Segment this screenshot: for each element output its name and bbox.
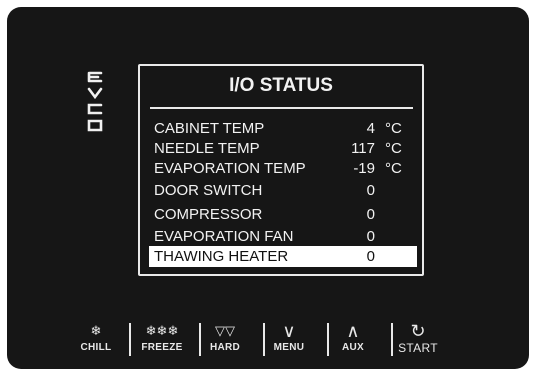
io-value: -19 xyxy=(353,160,375,177)
io-label: THAWING HEATER xyxy=(154,248,289,265)
io-label: EVAPORATION FAN xyxy=(154,228,294,245)
hard-label: HARD xyxy=(209,342,241,353)
io-row-cabinet-temp[interactable]: CABINET TEMP 4 °C xyxy=(149,118,417,139)
aux-label: AUX xyxy=(341,342,364,353)
restart-icon: ↻ xyxy=(410,321,426,341)
chevron-up-icon: ∧ xyxy=(346,321,360,341)
io-label: CABINET TEMP xyxy=(154,120,265,137)
chill-label: CHILL xyxy=(80,342,112,353)
aux-button[interactable]: ∧ AUX xyxy=(333,321,373,363)
start-label: START xyxy=(398,341,438,355)
title-divider xyxy=(150,107,413,109)
snowflake-icon: ❄ xyxy=(90,323,102,338)
chevron-down-icon: ∨ xyxy=(282,321,296,341)
freeze-button[interactable]: ❄❄❄ FREEZE xyxy=(136,323,188,363)
io-row-evaporation-fan[interactable]: EVAPORATION FAN 0 xyxy=(149,226,417,247)
io-value: 0 xyxy=(366,248,375,265)
io-value: 0 xyxy=(366,206,375,223)
key-divider xyxy=(327,323,329,356)
menu-button[interactable]: ∨ MENU xyxy=(269,321,309,363)
io-row-thawing-heater[interactable]: THAWING HEATER 0 xyxy=(149,246,417,267)
io-unit: °C xyxy=(385,120,402,137)
io-row-door-switch[interactable]: DOOR SWITCH 0 xyxy=(149,180,417,201)
key-divider xyxy=(263,323,265,356)
io-label: EVAPORATION TEMP xyxy=(154,160,306,177)
io-label: DOOR SWITCH xyxy=(154,182,263,199)
io-row-compressor[interactable]: COMPRESSOR 0 xyxy=(149,204,417,225)
start-button[interactable]: ↻ START xyxy=(393,321,443,363)
menu-label: MENU xyxy=(273,342,305,353)
triple-snowflake-icon: ❄❄❄ xyxy=(145,323,179,338)
io-value: 0 xyxy=(366,228,375,245)
io-status-display: I/O STATUS CABINET TEMP 4 °C NEEDLE TEMP… xyxy=(138,64,424,276)
io-value: 117 xyxy=(351,140,375,157)
io-value: 4 xyxy=(366,120,375,137)
chill-button[interactable]: ❄ CHILL xyxy=(75,323,117,363)
freeze-label: FREEZE xyxy=(141,342,183,353)
hard-button[interactable]: ▽▽ HARD xyxy=(205,323,245,363)
io-value: 0 xyxy=(366,182,375,199)
io-row-evaporation-temp[interactable]: EVAPORATION TEMP -19 °C xyxy=(149,158,417,179)
controller-panel: I/O STATUS CABINET TEMP 4 °C NEEDLE TEMP… xyxy=(7,7,529,369)
io-label: NEEDLE TEMP xyxy=(154,140,260,157)
key-divider xyxy=(129,323,131,356)
key-divider xyxy=(199,323,201,356)
evco-logo-icon xyxy=(87,71,103,132)
io-row-needle-temp[interactable]: NEEDLE TEMP 117 °C xyxy=(149,138,417,159)
io-unit: °C xyxy=(385,140,402,157)
screen-title: I/O STATUS xyxy=(229,75,333,96)
io-label: COMPRESSOR xyxy=(154,206,263,223)
double-triangle-down-icon: ▽▽ xyxy=(215,323,235,338)
io-unit: °C xyxy=(385,160,402,177)
